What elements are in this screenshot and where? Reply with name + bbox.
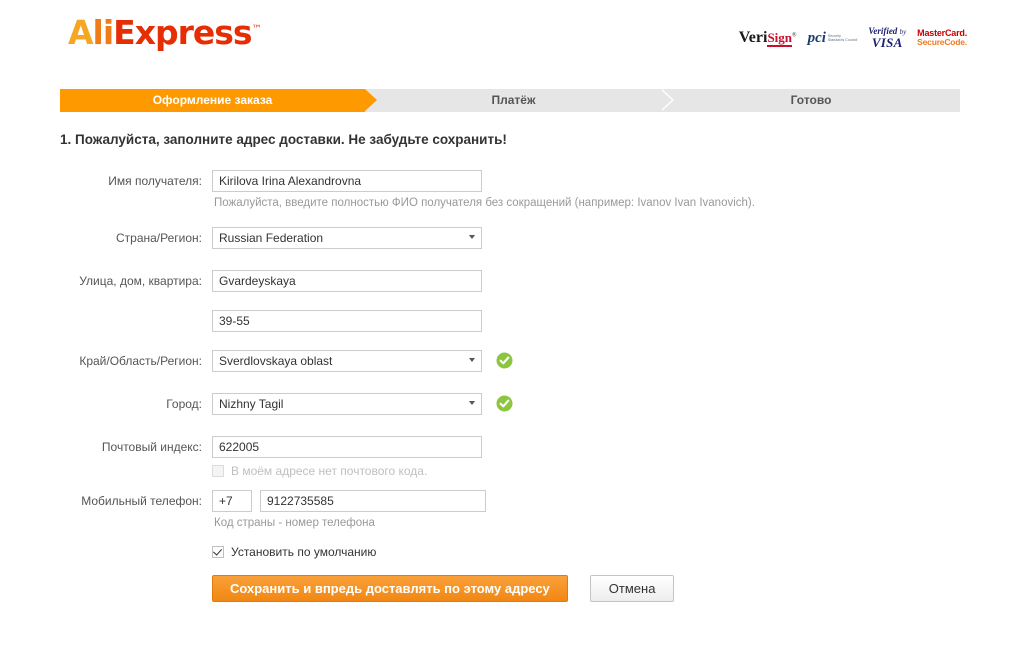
region-field-col: Sverdlovskaya oblast xyxy=(212,350,513,375)
securecode-text: SecureCode. xyxy=(917,37,967,48)
city-select-wrap[interactable]: Nizhny Tagil xyxy=(212,393,482,415)
mastercard-securecode-badge-icon: MasterCard. SecureCode. xyxy=(917,28,967,48)
default-address-field-col: Установить по умолчанию xyxy=(212,539,376,559)
form-actions: Сохранить и впредь доставлять по этому а… xyxy=(212,559,675,602)
pci-badge-icon: pci Security Standards Council xyxy=(807,29,858,46)
form-heading: 1. Пожалуйста, заполните адрес доставки.… xyxy=(60,132,507,147)
street-label: Улица, дом, квартира: xyxy=(79,274,202,288)
step-done-label: Готово xyxy=(790,93,832,107)
recipient-label: Имя получателя: xyxy=(108,174,202,188)
no-zip-checkbox-row[interactable]: В моём адресе нет почтового кода. xyxy=(212,458,482,478)
country-select-wrap[interactable]: Russian Federation xyxy=(212,227,482,249)
save-address-button[interactable]: Сохранить и впредь доставлять по этому а… xyxy=(212,575,568,602)
visa-brand-text: VISA xyxy=(871,35,903,50)
pci-mark-text: pci xyxy=(807,29,826,46)
default-address-checkbox[interactable] xyxy=(212,546,224,558)
verisign-sign-text: Sign xyxy=(767,30,793,47)
city-field-col: Nizhny Tagil xyxy=(212,393,513,418)
page-header: AliExpress™ VeriSign® pci Security Stand… xyxy=(0,0,1027,76)
step-checkout-label: Оформление заказа xyxy=(152,93,273,107)
checkout-steps: Оформление заказа Платёж Готово xyxy=(60,89,960,112)
chevron-down-icon xyxy=(469,235,475,239)
zip-field-col: В моём адресе нет почтового кода. xyxy=(212,436,482,478)
shipping-address-form: Имя получателя: Пожалуйста, введите полн… xyxy=(0,170,1027,602)
zip-code-input[interactable] xyxy=(212,436,482,458)
step-done[interactable]: Готово xyxy=(662,89,960,112)
region-select-wrap[interactable]: Sverdlovskaya oblast xyxy=(212,350,482,372)
pci-subtext: Security Standards Council xyxy=(828,34,857,43)
street-field-col xyxy=(212,270,482,292)
zip-label: Почтовый индекс: xyxy=(101,440,202,454)
street-2-field-col xyxy=(212,310,482,332)
trust-badges: VeriSign® pci Security Standards Council… xyxy=(738,27,967,50)
no-zip-label: В моём адресе нет почтового кода. xyxy=(231,464,428,478)
default-address-checkbox-row[interactable]: Установить по умолчанию xyxy=(212,539,376,559)
row-street-2 xyxy=(0,310,1027,332)
row-city: Город: Nizhny Tagil xyxy=(0,393,1027,418)
street-address-2-input[interactable] xyxy=(212,310,482,332)
cancel-button[interactable]: Отмена xyxy=(589,575,675,602)
step-payment-label: Платёж xyxy=(491,93,536,107)
verisign-badge-icon: VeriSign® xyxy=(738,29,797,47)
country-label: Страна/Регион: xyxy=(115,231,202,245)
city-select[interactable]: Nizhny Tagil xyxy=(212,393,482,415)
actions-field-col: Сохранить и впредь доставлять по этому а… xyxy=(212,559,675,602)
phone-field-col: Код страны - номер телефона xyxy=(212,490,486,529)
row-street: Улица, дом, квартира: xyxy=(0,270,1027,292)
row-actions: Сохранить и впредь доставлять по этому а… xyxy=(0,559,1027,602)
recipient-hint: Пожалуйста, введите полностью ФИО получа… xyxy=(214,197,755,209)
verisign-tm: ® xyxy=(792,32,797,39)
phone-input-group xyxy=(212,490,486,512)
chevron-down-icon xyxy=(469,401,475,405)
default-address-label: Установить по умолчанию xyxy=(231,545,377,559)
verified-by-visa-badge-icon: Verified by VISA xyxy=(868,27,906,50)
aliexpress-logo[interactable]: AliExpress™ xyxy=(68,13,262,52)
row-phone: Мобильный телефон: Код страны - номер те… xyxy=(0,490,1027,529)
logo-word-express: Express xyxy=(113,13,252,52)
region-valid-check-icon xyxy=(496,352,513,369)
city-label: Город: xyxy=(166,397,202,411)
step-checkout[interactable]: Оформление заказа xyxy=(60,89,377,112)
phone-hint: Код страны - номер телефона xyxy=(214,517,375,529)
region-select[interactable]: Sverdlovskaya oblast xyxy=(212,350,482,372)
street-address-input[interactable] xyxy=(212,270,482,292)
row-zip: Почтовый индекс: В моём адресе нет почто… xyxy=(0,436,1027,478)
pci-subtext-line2: Standards Council xyxy=(827,38,858,42)
no-zip-checkbox[interactable] xyxy=(212,465,224,477)
row-region: Край/Область/Регион: Sverdlovskaya oblas… xyxy=(0,350,1027,375)
logo-letters-li: li xyxy=(92,13,115,52)
country-field-col: Russian Federation xyxy=(212,227,482,252)
city-valid-check-icon xyxy=(496,395,513,412)
phone-label: Мобильный телефон: xyxy=(81,494,202,508)
logo-letter-a: A xyxy=(68,13,94,52)
row-default-address: Установить по умолчанию xyxy=(0,539,1027,559)
step-payment[interactable]: Платёж xyxy=(365,89,674,112)
verisign-veri-text: Veri xyxy=(738,29,768,46)
recipient-field-col: Пожалуйста, введите полностью ФИО получа… xyxy=(212,170,755,209)
row-country: Страна/Регион: Russian Federation xyxy=(0,227,1027,252)
country-select[interactable]: Russian Federation xyxy=(212,227,482,249)
phone-country-code-input[interactable] xyxy=(212,490,252,512)
row-recipient: Имя получателя: Пожалуйста, введите полн… xyxy=(0,170,1027,209)
logo-trademark: ™ xyxy=(251,24,262,35)
phone-number-input[interactable] xyxy=(260,490,486,512)
recipient-name-input[interactable] xyxy=(212,170,482,192)
chevron-down-icon xyxy=(469,358,475,362)
region-label: Край/Область/Регион: xyxy=(79,354,202,368)
